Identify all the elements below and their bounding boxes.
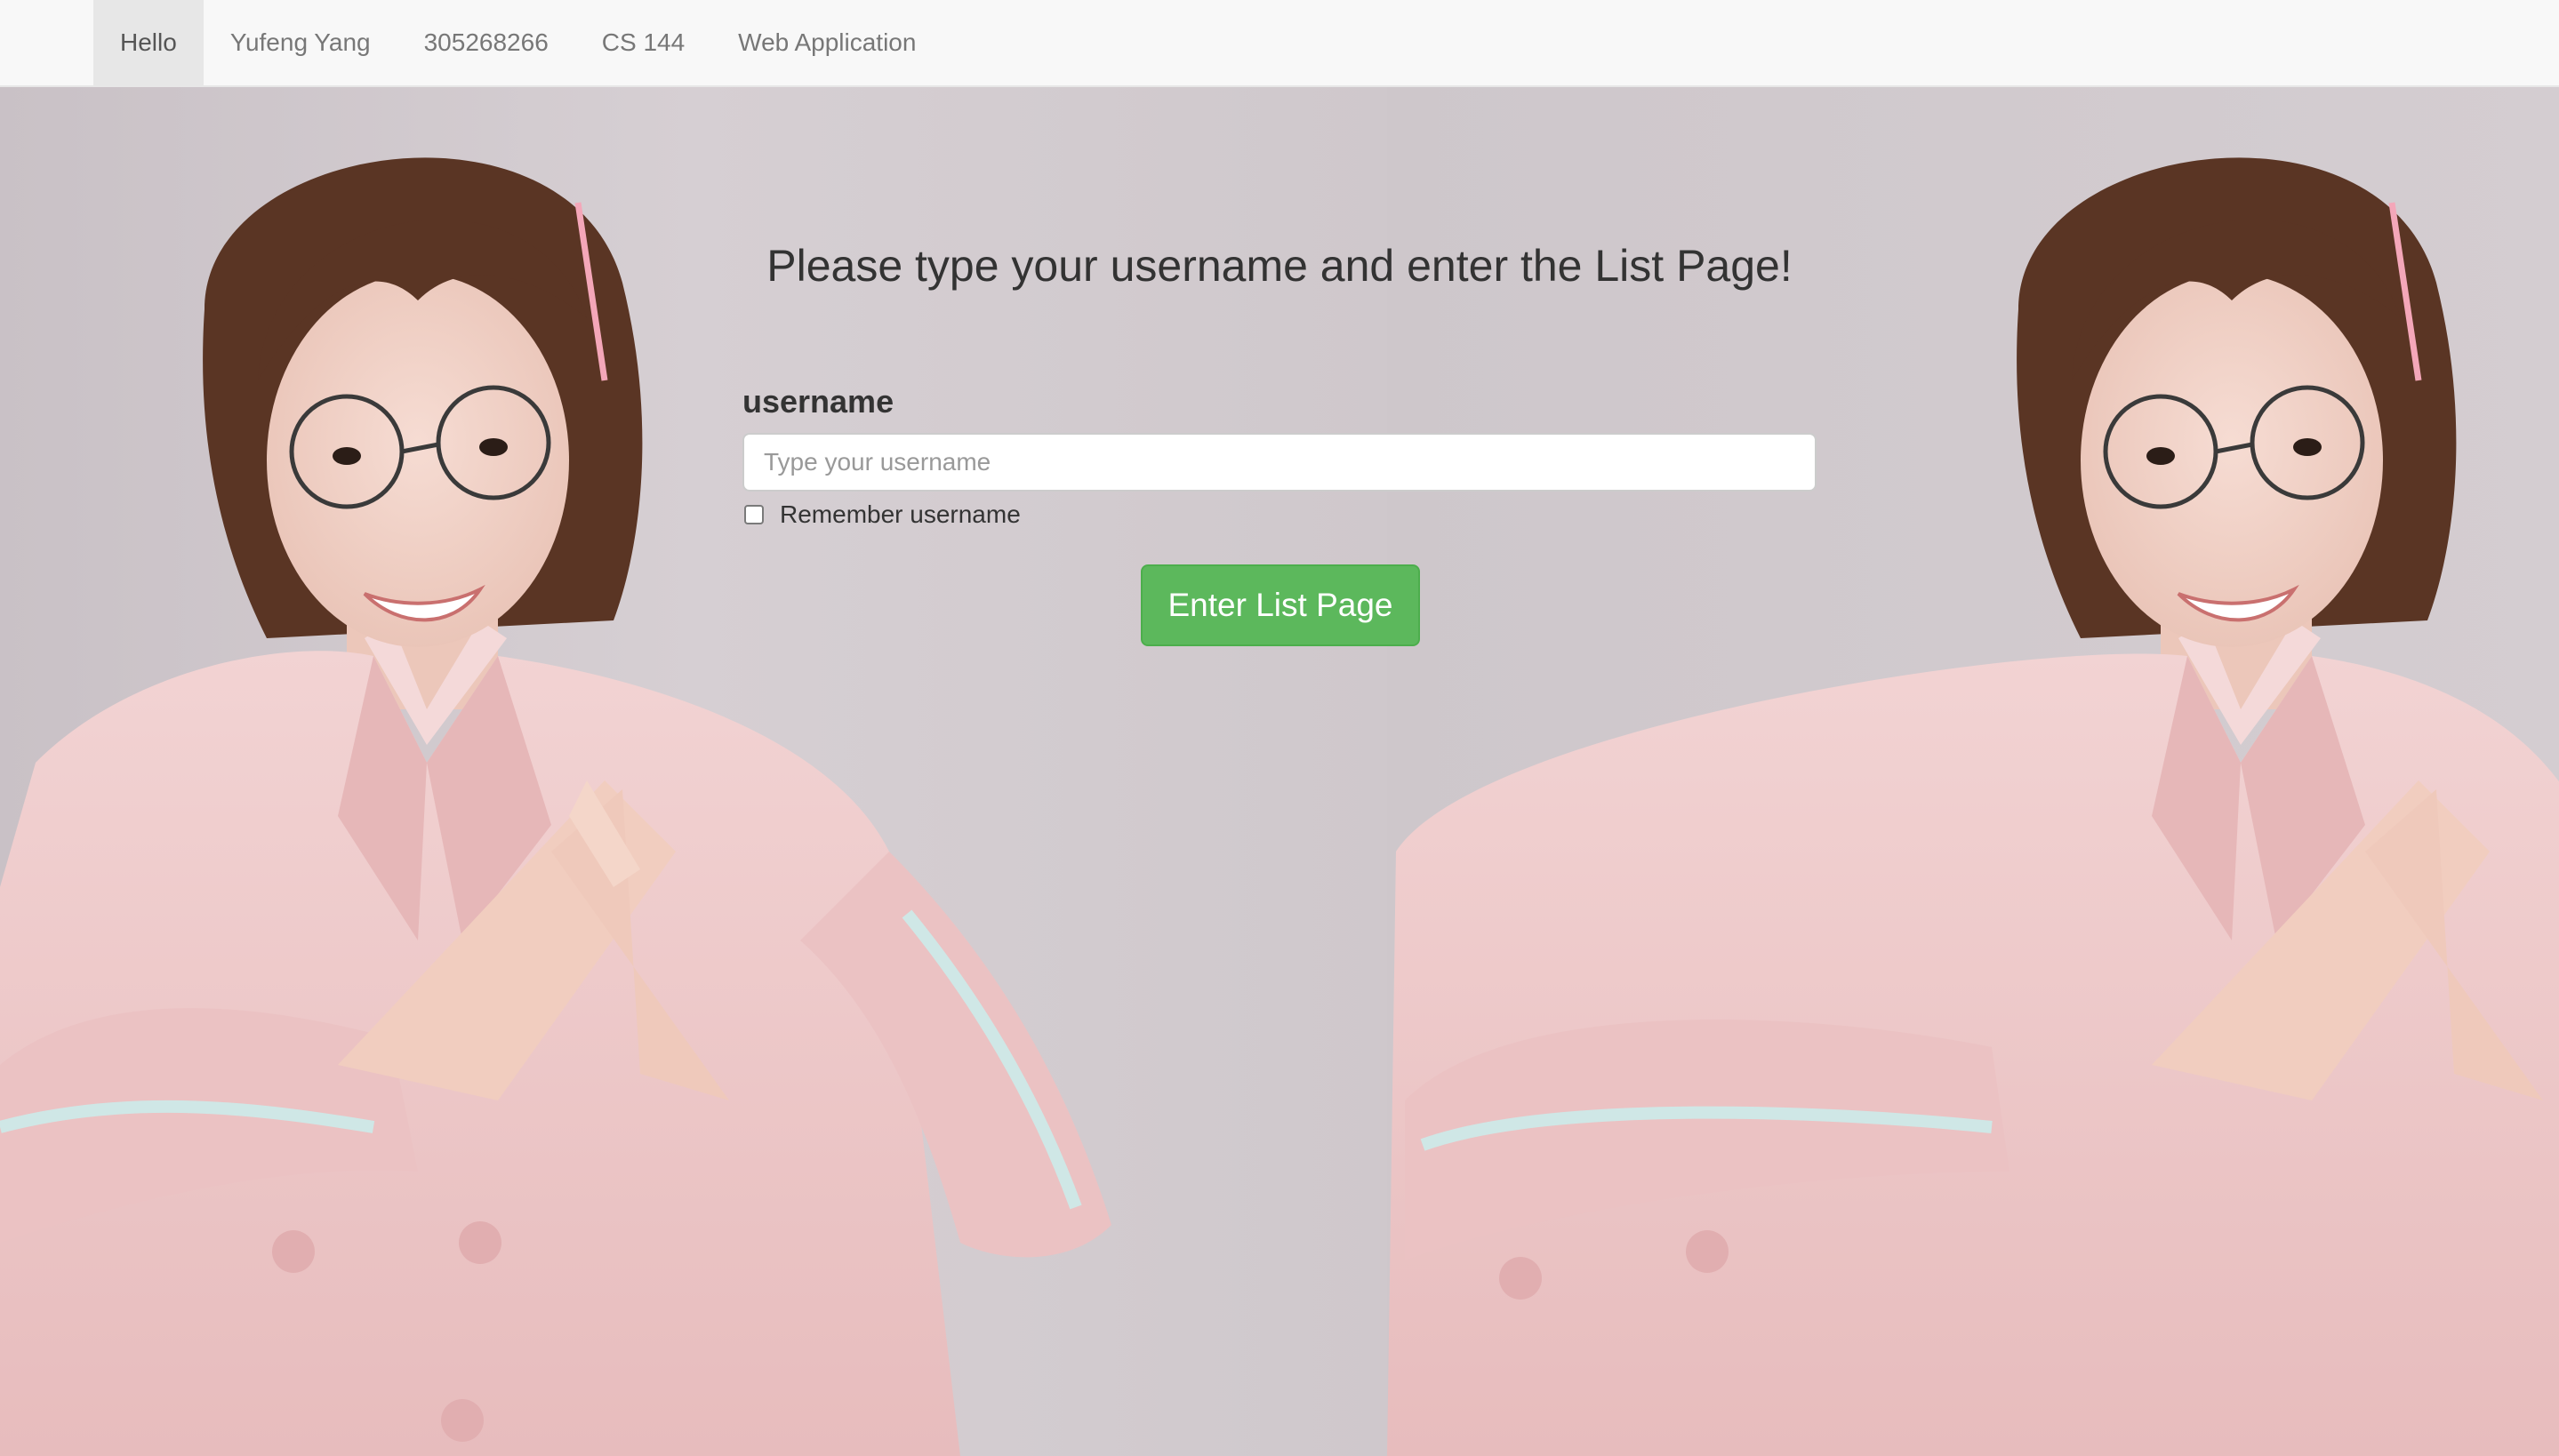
- page-headline: Please type your username and enter the …: [766, 241, 1793, 291]
- nav-item-web-application[interactable]: Web Application: [711, 0, 943, 85]
- nav-item-hello[interactable]: Hello: [93, 0, 204, 85]
- username-input[interactable]: [742, 433, 1817, 492]
- remember-row: Remember username: [742, 497, 1817, 532]
- remember-username-label[interactable]: Remember username: [780, 500, 1021, 529]
- enter-list-page-button[interactable]: Enter List Page: [1141, 564, 1420, 646]
- nav-list: Hello Yufeng Yang 305268266 CS 144 Web A…: [93, 0, 943, 85]
- nav-item-course[interactable]: CS 144: [575, 0, 711, 85]
- nav-item-student-id[interactable]: 305268266: [397, 0, 575, 85]
- login-form: username Remember username: [742, 383, 1817, 532]
- main-content: Please type your username and enter the …: [0, 87, 2559, 1456]
- remember-username-checkbox[interactable]: [744, 505, 764, 524]
- top-navbar: Hello Yufeng Yang 305268266 CS 144 Web A…: [0, 0, 2559, 87]
- nav-item-name[interactable]: Yufeng Yang: [204, 0, 397, 85]
- username-label: username: [742, 383, 894, 420]
